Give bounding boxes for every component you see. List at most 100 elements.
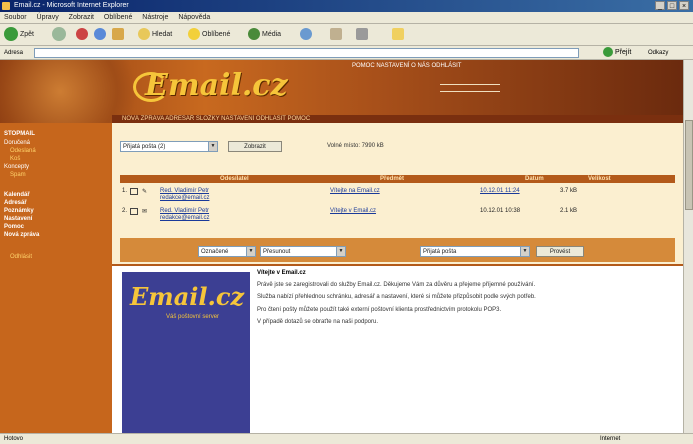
- address-label: Adresa: [4, 50, 24, 56]
- menu-help[interactable]: Nápověda: [178, 14, 210, 21]
- banner-nav[interactable]: NOVÁ ZPRÁVA ADRESÁŘ SLOŽKY NASTAVENÍ ODH…: [112, 115, 683, 123]
- chevron-down-icon: ▼: [208, 142, 217, 151]
- preview-paragraph: Pro čtení pošty můžete použít také exter…: [257, 306, 502, 313]
- stop-button[interactable]: [76, 27, 90, 43]
- forward-button[interactable]: [52, 27, 68, 43]
- minimize-button[interactable]: _: [655, 1, 665, 10]
- col-size[interactable]: Velikost: [588, 175, 611, 183]
- browser-toolbar: Zpět Hledat Oblíbené Média: [0, 24, 693, 46]
- col-subject[interactable]: Předmět: [380, 175, 404, 183]
- free-space-info: Volné místo: 7990 kB: [327, 143, 384, 149]
- table-row[interactable]: 2. ✉ Red. Vladimír Petr redakce@email.cz…: [120, 207, 675, 223]
- refresh-icon: [94, 28, 106, 41]
- go-button[interactable]: Přejít: [603, 47, 631, 59]
- action-bar: Označené ▼ Přesunout ▼ Přijatá pošta ▼ Prov…: [120, 238, 675, 262]
- status-text: Hotovo: [4, 436, 24, 442]
- close-button[interactable]: ×: [679, 1, 689, 10]
- address-input[interactable]: [34, 48, 579, 58]
- sidebar-logout[interactable]: Odhlásit: [0, 253, 112, 261]
- print-button[interactable]: [356, 27, 370, 43]
- refresh-button[interactable]: [94, 27, 108, 43]
- menu-view[interactable]: Zobrazit: [69, 14, 94, 21]
- search-button[interactable]: Hledat: [138, 27, 172, 43]
- table-row[interactable]: 1. ✎ Red. Vladimír Petr redakce@email.cz…: [120, 187, 675, 203]
- ie-app-icon: [2, 2, 10, 10]
- scroll-thumb[interactable]: [685, 120, 693, 210]
- site-banner: Email.cz POMOC NASTAVENÍ O NÁS ODHLÁSIT …: [0, 60, 683, 123]
- favorites-button[interactable]: Oblíbené: [188, 27, 230, 43]
- message-table-header: Odesílatel Předmět Datum Velikost: [120, 175, 675, 183]
- forward-arrow-icon: [52, 27, 66, 42]
- go-arrow-icon: [603, 47, 613, 58]
- menu-favorites[interactable]: Oblíbené: [104, 14, 132, 21]
- preview-text: Vítejte v Email.cz Právě jste se zaregis…: [257, 270, 677, 332]
- messenger-button[interactable]: [392, 27, 406, 43]
- back-arrow-icon: [4, 27, 18, 42]
- mail-icon: [330, 28, 342, 41]
- action-select-1[interactable]: Označené ▼: [198, 246, 256, 257]
- show-button[interactable]: Zobrazit: [228, 141, 282, 152]
- media-icon: [248, 28, 260, 41]
- message-preview: Email.cz Váš poštovní server Vítejte v E…: [112, 264, 683, 433]
- action-select-2[interactable]: Přesunout ▼: [260, 246, 346, 257]
- logo-ring: [133, 72, 169, 102]
- email-cz-logo-large: Email.cz: [130, 282, 245, 311]
- filter-bar: Přijatá pošta (2) ▼ Zobrazit Volné místo…: [112, 131, 683, 153]
- checkbox[interactable]: [130, 188, 138, 195]
- stop-icon: [76, 28, 88, 41]
- sidebar-item-trash[interactable]: Koš: [0, 155, 112, 163]
- sidebar-link-help[interactable]: Pomoc: [0, 223, 112, 231]
- preview-paragraph: V případě dotazů se obraťte na naši podp…: [257, 319, 379, 325]
- address-bar: Adresa Přejít Odkazy: [0, 46, 693, 60]
- window-titlebar: Email.cz - Microsoft Internet Explorer _…: [0, 0, 693, 12]
- sidebar-item-inbox[interactable]: Doručená: [0, 139, 112, 147]
- menu-file[interactable]: Soubor: [4, 14, 27, 21]
- sidebar-link-settings[interactable]: Nastavení: [0, 215, 112, 223]
- status-bar: Hotovo Internet: [0, 433, 693, 444]
- target-folder-select[interactable]: Přijatá pošta ▼: [420, 246, 530, 257]
- menu-tools[interactable]: Nástroje: [142, 14, 168, 21]
- folder-select[interactable]: Přijatá pošta (2) ▼: [120, 141, 218, 152]
- preview-title: Vítejte v Email.cz: [257, 270, 306, 276]
- col-date[interactable]: Datum: [525, 175, 544, 183]
- sidebar-link-compose[interactable]: Nová zpráva: [0, 231, 112, 239]
- banner-user-info: [320, 68, 530, 92]
- sidebar-link-calendar[interactable]: Kalendář: [0, 191, 112, 199]
- chevron-down-icon: ▼: [520, 247, 529, 256]
- media-button[interactable]: Média: [248, 27, 281, 43]
- menu-edit[interactable]: Úpravy: [37, 14, 59, 21]
- menu-bar: Soubor Úpravy Zobrazit Oblíbené Nástroje…: [0, 12, 693, 24]
- col-sender[interactable]: Odesílatel: [220, 175, 249, 183]
- print-icon: [356, 28, 368, 41]
- search-icon: [138, 28, 150, 41]
- sidebar-link-addressbook[interactable]: Adresář: [0, 199, 112, 207]
- execute-button[interactable]: Provést: [536, 246, 584, 257]
- preview-paragraph: Služba nabízí přehlednou schránku, adres…: [257, 294, 536, 300]
- preview-logo-panel: Email.cz Váš poštovní server: [122, 272, 250, 433]
- folder-icon: [392, 28, 404, 41]
- links-label[interactable]: Odkazy: [648, 46, 668, 60]
- back-button[interactable]: Zpět: [4, 27, 34, 43]
- maximize-button[interactable]: □: [667, 1, 677, 10]
- sidebar-link-notes[interactable]: Poznámky: [0, 207, 112, 215]
- sidebar-item-sent[interactable]: Odeslaná: [0, 147, 112, 155]
- history-icon: [300, 28, 312, 41]
- sidebar-head: STOPMAIL: [4, 131, 35, 137]
- mailbox-main: Přijatá pošta (2) ▼ Zobrazit Volné místo…: [112, 123, 683, 264]
- email-cz-logo[interactable]: Email.cz: [133, 68, 288, 103]
- chevron-down-icon: ▼: [336, 247, 345, 256]
- home-button[interactable]: [112, 27, 126, 43]
- preview-paragraph: Právě jste se zaregistrovali do služby E…: [257, 281, 536, 288]
- zone-indicator: Internet: [600, 436, 621, 442]
- mail-button[interactable]: [330, 27, 344, 43]
- vertical-scrollbar[interactable]: [683, 60, 693, 433]
- chevron-down-icon: ▼: [246, 247, 255, 256]
- web-page: Email.cz POMOC NASTAVENÍ O NÁS ODHLÁSIT …: [0, 60, 683, 433]
- paperclip-icon: ✎: [142, 189, 148, 195]
- checkbox[interactable]: [130, 208, 138, 215]
- sidebar-item-spam[interactable]: Spam: [0, 171, 112, 179]
- autumn-leaves-image: [0, 60, 150, 123]
- sidebar-item-drafts[interactable]: Koncepty: [0, 163, 112, 171]
- history-button[interactable]: [300, 27, 314, 43]
- star-icon: [188, 28, 200, 41]
